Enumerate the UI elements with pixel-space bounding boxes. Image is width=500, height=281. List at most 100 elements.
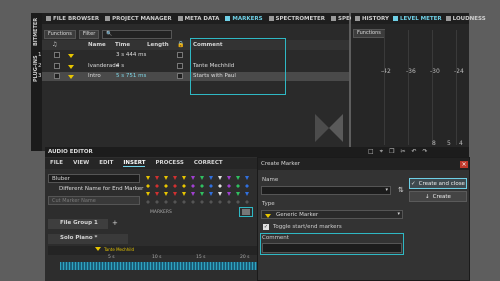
tab-insert[interactable]: INSERT xyxy=(123,160,146,167)
marker-time: 4 s xyxy=(116,63,125,69)
end-marker-label: Different Name for End Marker xyxy=(59,186,144,192)
copy-icon[interactable]: ❐ xyxy=(389,148,394,156)
file-group-tab[interactable]: File Group 1 xyxy=(48,219,108,229)
marker-icon xyxy=(68,75,74,79)
tab-process[interactable]: PROCESS xyxy=(155,160,183,167)
dialog-title: Create Marker xyxy=(261,161,301,167)
marker-name-value: Bluber xyxy=(52,176,70,182)
meter-gridline xyxy=(408,30,409,145)
editor-window-controls: □ ⌖ ❐ ✂ ↶ ↷ xyxy=(368,148,468,156)
marker-icon xyxy=(68,65,74,69)
type-value: Generic Marker xyxy=(276,212,319,218)
undo-icon[interactable]: ↶ xyxy=(411,148,416,156)
markers-toolbar: Functions Filter 🔍 xyxy=(44,29,173,39)
tab-spectrometer[interactable]: SPECTROMETER xyxy=(268,15,325,22)
functions-button[interactable]: Functions xyxy=(44,29,76,39)
button-label: Create xyxy=(432,193,451,200)
row-checkbox[interactable] xyxy=(54,63,60,69)
timeline-marker-tag: Tante Mechhild xyxy=(104,247,135,252)
tab-label: META DATA xyxy=(184,15,220,22)
toggle-checkbox[interactable]: ✓ xyxy=(263,224,269,230)
create-marker-dialog: Create Marker × Name ▾ ⇅ Type Generic Ma… xyxy=(257,157,470,281)
tab-file[interactable]: FILE xyxy=(50,160,63,167)
meter-scale: -42 -36 -30 -24 xyxy=(353,68,467,76)
marker-name: Ivanderade xyxy=(88,63,120,69)
tab-history[interactable]: HISTORY xyxy=(355,16,389,22)
zoom-icon[interactable]: ⌖ xyxy=(380,148,383,156)
cut-marker-field: Cut Marker Name xyxy=(48,196,140,205)
ruler-label: 5 s xyxy=(108,255,115,260)
markers-group-label: MARKERS xyxy=(150,210,172,215)
audio-editor-title: AUDIO EDITOR xyxy=(48,149,93,155)
meter-gridline xyxy=(384,30,385,145)
lock-icon: 🔒 xyxy=(177,41,185,48)
row-index: 1 xyxy=(38,52,42,58)
scale-label: 5 xyxy=(447,140,451,147)
ruler-label: 20 s xyxy=(240,255,250,260)
history-icon xyxy=(355,16,360,21)
search-field[interactable]: 🔍 xyxy=(102,29,173,39)
column-length[interactable]: Length xyxy=(147,42,169,48)
vertical-tab-bitmeter[interactable]: BITMETER xyxy=(33,16,39,46)
type-dropdown-icon[interactable]: ▾ xyxy=(397,211,400,217)
file-group-label: File Group 1 xyxy=(60,220,98,226)
functions-button[interactable]: Functions xyxy=(353,29,385,38)
tab-level-meter[interactable]: LEVEL METER xyxy=(392,15,442,22)
create-button[interactable]: ↓ Create xyxy=(409,191,467,202)
tab-label: LEVEL METER xyxy=(399,15,442,22)
comment-label: Comment xyxy=(262,235,289,241)
create-and-close-button[interactable]: ✓ Create and close xyxy=(409,178,467,189)
type-label: Type xyxy=(262,201,275,207)
track-header[interactable]: Solo Piano * xyxy=(48,234,128,244)
name-dropdown-icon[interactable]: ▾ xyxy=(385,187,388,193)
tab-correct[interactable]: CORRECT xyxy=(194,160,223,167)
sort-icon[interactable]: ⇅ xyxy=(398,186,404,194)
project-icon xyxy=(105,16,111,21)
tab-meta-data[interactable]: META DATA xyxy=(177,15,220,22)
timeline-ruler[interactable] xyxy=(48,246,257,255)
scale-label: 4 xyxy=(459,140,463,147)
toggle-label: Toggle start/end markers xyxy=(273,224,342,230)
tab-markers[interactable]: MARKERS xyxy=(225,16,263,22)
tab-label: SPECTROMETER xyxy=(275,15,325,22)
tab-edit[interactable]: EDIT xyxy=(99,160,113,167)
column-name[interactable]: Name xyxy=(88,42,106,48)
meter-gridline xyxy=(432,30,433,145)
tab-project-manager[interactable]: PROJECT MANAGER xyxy=(105,16,172,22)
tab-label: PROJECT MANAGER xyxy=(112,15,172,22)
lock-checkbox[interactable] xyxy=(177,63,183,69)
dialog-launcher-icon[interactable] xyxy=(242,209,250,215)
add-group-icon[interactable]: + xyxy=(112,219,118,227)
comment-input[interactable] xyxy=(262,243,402,253)
tab-loudness[interactable]: LOUDNESS xyxy=(445,16,486,22)
close-button[interactable]: × xyxy=(460,161,468,168)
row-index: 3 xyxy=(38,73,42,79)
marker-name-select[interactable]: Bluber xyxy=(48,174,140,183)
scale-label: -42 xyxy=(381,68,391,75)
waveform[interactable] xyxy=(60,262,257,270)
lock-checkbox[interactable] xyxy=(177,73,183,79)
tab-file-browser[interactable]: FILE BROWSER xyxy=(46,16,99,22)
cut-icon[interactable]: ✂ xyxy=(400,148,405,156)
row-index: 2 xyxy=(38,63,42,69)
timeline-marker[interactable] xyxy=(95,247,101,251)
ribbon-tabs: FILE VIEW EDIT INSERT PROCESS CORRECT xyxy=(50,160,223,167)
column-time[interactable]: Time xyxy=(115,42,130,48)
wavelab-logo xyxy=(315,114,343,142)
name-input[interactable]: ▾ xyxy=(261,186,391,195)
lock-checkbox[interactable] xyxy=(177,52,183,58)
snapshot-icon[interactable]: □ xyxy=(368,148,374,156)
filter-button[interactable]: Filter xyxy=(78,29,100,39)
right-tab-bar: HISTORY LEVEL METER LOUDNESS xyxy=(351,13,486,24)
tab-label: HISTORY xyxy=(362,15,389,22)
row-checkbox[interactable] xyxy=(54,73,60,79)
ruler-label: 15 s xyxy=(196,255,206,260)
marker-name: Intro xyxy=(88,73,101,79)
marker-time: 5 s 751 ms xyxy=(116,73,147,79)
redo-icon[interactable]: ↷ xyxy=(423,148,428,156)
meter-gridline xyxy=(456,30,457,145)
tab-view[interactable]: VIEW xyxy=(73,160,89,167)
folder-icon xyxy=(46,16,51,21)
row-checkbox[interactable] xyxy=(54,52,60,58)
type-select[interactable]: Generic Marker ▾ xyxy=(261,210,403,219)
